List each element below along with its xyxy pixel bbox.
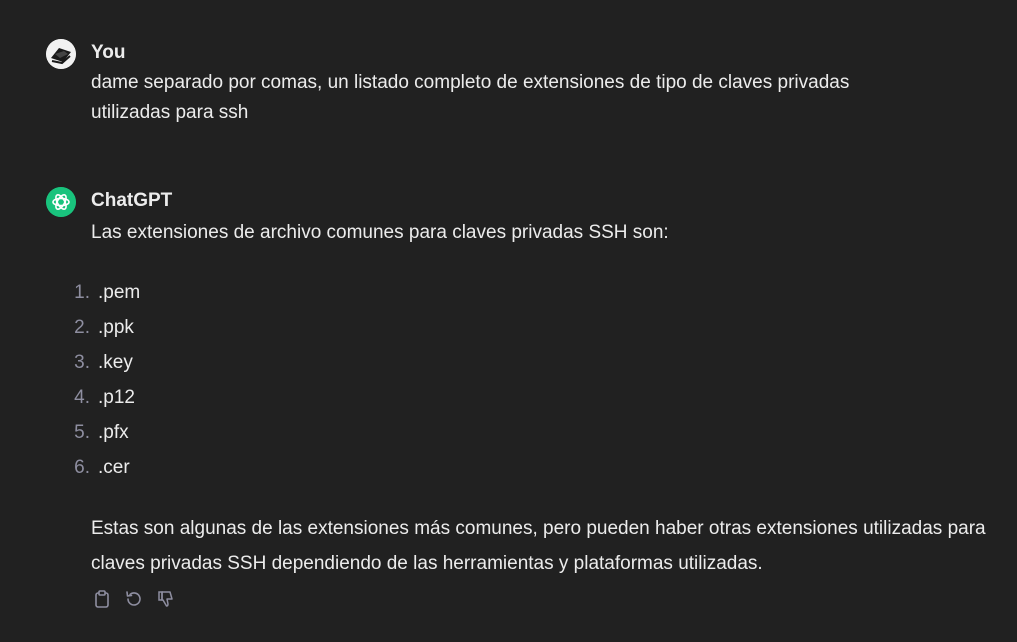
list-item-number: 4. [74,387,90,408]
copy-button[interactable] [92,589,112,609]
thumbs-down-button[interactable] [156,589,176,609]
list-item-extension: .cer [98,457,130,478]
list-item-extension: .p12 [98,387,135,408]
user-message-text: dame separado por comas, un listado comp… [91,72,850,123]
regenerate-icon [126,591,141,606]
chatgpt-logo-icon [46,187,76,217]
list-item: 6. .cer [60,455,140,490]
assistant-closing-text: Estas son algunas de las extensiones más… [91,518,986,574]
thumbs-down-icon [158,591,173,607]
list-item-number: 5. [74,422,90,443]
clipboard-icon [95,590,109,608]
list-item-extension: .ppk [98,317,134,338]
list-item-extension: .pem [98,282,141,303]
list-item-extension: .key [98,352,133,373]
list-item: 2. .ppk [60,315,140,350]
list-item-number: 3. [74,352,90,373]
message-actions [92,589,176,609]
user-avatar [46,39,76,69]
list-item: 3. .key [60,350,140,385]
regenerate-button[interactable] [124,589,144,609]
list-item: 1. .pem [60,280,140,315]
list-item: 5. .pfx [60,420,140,455]
list-item-extension: .pfx [98,422,129,443]
list-item: 4. .p12 [60,385,140,420]
extensions-list: 1. .pem 2. .ppk 3. .key 4. .p12 5. .pfx … [60,280,140,490]
list-item-number: 6. [74,457,90,478]
list-item-number: 1. [74,282,90,303]
list-item-number: 2. [74,317,90,338]
assistant-intro-text: Las extensiones de archivo comunes para … [91,222,669,243]
assistant-author-name: ChatGPT [91,190,173,211]
user-author-name: You [91,42,126,63]
